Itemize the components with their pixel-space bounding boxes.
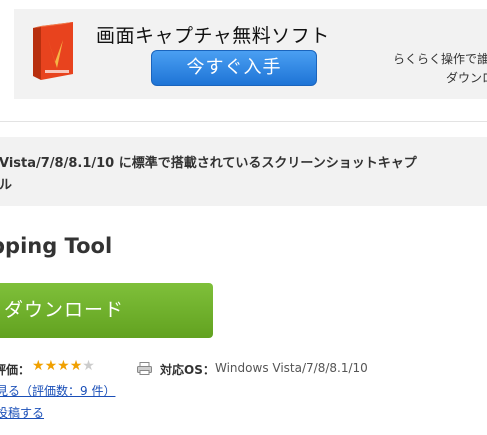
software-box-icon <box>33 22 73 80</box>
reviews-link[interactable]: 見る（評価数：9 件） <box>0 382 115 399</box>
os-label: 対応OS： <box>160 363 215 377</box>
ad-download-text: ダウンロ <box>446 71 487 85</box>
star-empty-icon: ★ <box>82 358 95 374</box>
download-button[interactable]: ダウンロード <box>0 283 213 338</box>
divider <box>0 121 487 122</box>
ad-tagline: らくらく操作で誰 <box>393 52 487 66</box>
os-value: Windows Vista/7/8/8.1/10 <box>215 361 368 375</box>
description-box: Vista/7/8/8.1/10 に標準で搭載されているスクリーンショットキャプ… <box>0 137 487 206</box>
printer-icon <box>137 362 152 375</box>
star-filled-icon: ★ <box>44 358 58 374</box>
post-review-link[interactable]: 投稿する <box>0 404 44 421</box>
app-title: pping Tool <box>0 234 113 258</box>
ad-banner[interactable]: 画面キャプチャ無料ソフト 今すぐ入手 らくらく操作で誰 ダウンロ <box>14 9 487 99</box>
rating-label: 評価： <box>0 363 31 377</box>
ad-title: 画面キャプチャ無料ソフト <box>96 25 330 47</box>
rating-stars: ★★★★★ <box>32 358 95 374</box>
star-filled-icon: ★ <box>32 358 45 374</box>
star-filled-icon: ★ <box>69 358 83 374</box>
get-now-button[interactable]: 今すぐ入手 <box>151 50 317 86</box>
star-filled-icon: ★ <box>57 358 70 374</box>
description-line: ル <box>0 178 13 193</box>
description-line: Vista/7/8/8.1/10 に標準で搭載されているスクリーンショットキャプ <box>0 156 417 171</box>
